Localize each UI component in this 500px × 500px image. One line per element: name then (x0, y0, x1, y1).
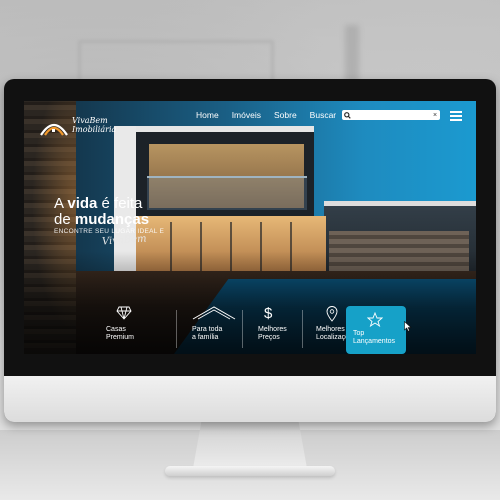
feature-line1: Casas (106, 326, 126, 333)
balcony-rail (147, 176, 307, 210)
search-input[interactable] (352, 110, 430, 120)
feature-top-lancamentos[interactable]: Top Lançamentos (346, 306, 406, 354)
mouse-cursor-icon (404, 321, 412, 332)
feature-line2: a família (192, 334, 219, 341)
feature-para-toda-familia[interactable]: Para toda a família (192, 306, 236, 352)
monitor-chin (4, 376, 496, 422)
nav-buscar[interactable]: Buscar (310, 110, 336, 120)
feature-divider (176, 310, 177, 348)
monitor-stand-base (165, 466, 335, 476)
brand-name-line1: VivaBem (72, 116, 108, 125)
diamond-icon (106, 306, 134, 322)
nav-home[interactable]: Home (196, 110, 219, 120)
hamburger-line (450, 111, 462, 113)
feature-line1: Para toda (192, 326, 223, 333)
brand-name-line2: Imobiliária (72, 125, 117, 134)
title-pre: A (54, 195, 68, 212)
feature-divider (302, 310, 303, 348)
main-nav: Home Imóveis Sobre Buscar (196, 110, 336, 120)
monitor: VivaBem Imobiliária Home Imóveis Sobre B… (4, 79, 496, 422)
nav-sobre[interactable]: Sobre (274, 110, 297, 120)
hero-title-line1: A vida é feita (54, 196, 164, 212)
feature-melhores-precos[interactable]: $ Melhores Preços (258, 306, 287, 352)
feature-divider (242, 310, 243, 348)
hamburger-line (450, 115, 462, 117)
hero-title-line2: de mudanças (54, 212, 164, 227)
roof-icon (192, 306, 236, 322)
brand-logo[interactable]: VivaBem Imobiliária (39, 113, 119, 141)
feature-bar: Casas Premium Para toda a família $ Melh… (84, 306, 474, 354)
feature-line1: Top (353, 330, 365, 337)
feature-line1: Melhores (258, 326, 287, 333)
top-lancamentos-label: Top Lançamentos (353, 330, 395, 346)
feature-line2: Preços (258, 334, 280, 341)
wall-lamp (345, 25, 359, 85)
hero-subtitle: ENCONTRE SEU LUGAR IDEAL E (54, 228, 165, 235)
title-line2-pre: de (54, 211, 75, 228)
website-screen: VivaBem Imobiliária Home Imóveis Sobre B… (24, 101, 476, 354)
title-bold2: mudanças (74, 211, 150, 228)
hamburger-menu-icon[interactable] (450, 111, 462, 121)
search-icon[interactable] (342, 111, 352, 119)
feature-line2: Premium (106, 334, 135, 341)
feature-casas-premium[interactable]: Casas Premium (106, 306, 134, 352)
clear-search-icon[interactable]: × (430, 112, 440, 119)
title-mid: é feita (97, 195, 143, 212)
dollar-icon: $ (264, 305, 273, 322)
nav-imoveis[interactable]: Imóveis (232, 110, 261, 120)
star-icon (366, 311, 384, 330)
house-roof-logo-icon (40, 123, 68, 136)
hero-headline: A vida é feita de mudanças ENCONTRE SEU … (54, 196, 165, 236)
title-bold1: vida (67, 195, 98, 212)
hamburger-line (450, 119, 462, 121)
annex-roof (324, 201, 476, 206)
search-bar: × (342, 110, 440, 120)
feature-line2: Lançamentos (353, 338, 396, 345)
brand-name: VivaBem Imobiliária (72, 116, 116, 134)
